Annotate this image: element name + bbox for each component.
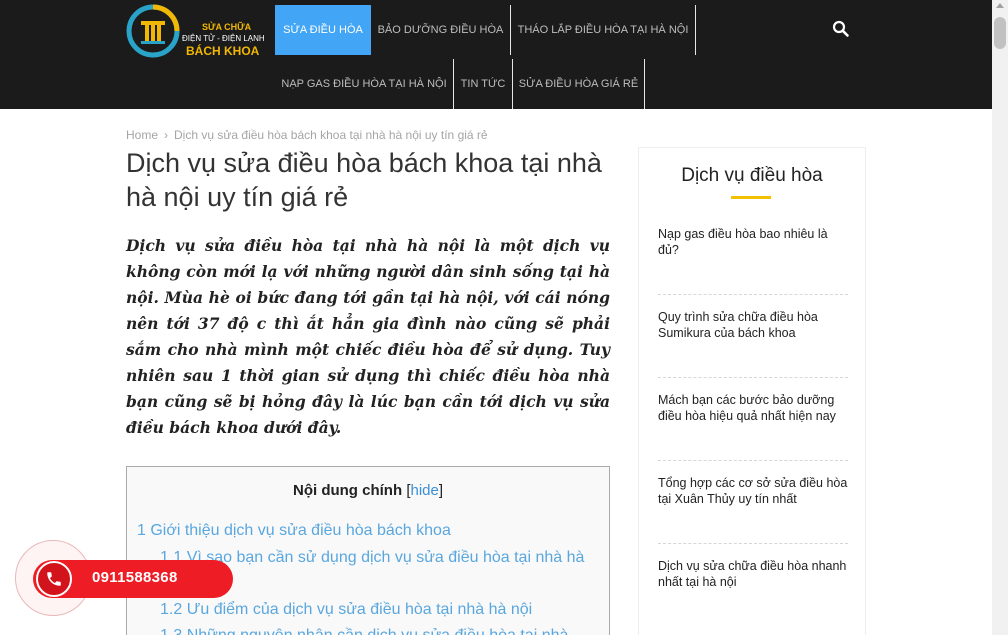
nav-tin-tuc[interactable]: TIN TỨC	[454, 59, 513, 109]
toc-item-1-3[interactable]: 1.3 Những nguyên nhân cần dịch vụ sửa đi…	[160, 623, 600, 635]
vertical-scrollbar[interactable]	[992, 0, 1008, 635]
sidebar-post-link[interactable]: Nạp gas điều hòa bao nhiêu là đủ?	[658, 226, 848, 258]
toc-item-1-2[interactable]: 1.2 Ưu điểm của dịch vụ sửa điều hòa tại…	[160, 597, 600, 623]
logo-mark-icon	[126, 4, 180, 58]
toc-item-1[interactable]: 1 Giới thiệu dịch vụ sửa điều hòa bách k…	[137, 522, 451, 540]
nav-bao-duong-dieu-hoa[interactable]: BẢO DƯỠNG ĐIỀU HÒA	[371, 5, 511, 55]
nav-sua-dieu-hoa-gia-re[interactable]: SỬA ĐIỀU HÒA GIÁ RẺ	[513, 59, 645, 109]
nav-sua-dieu-hoa[interactable]: SỬA ĐIỀU HÒA	[275, 5, 371, 55]
site-logo[interactable]: SỬA CHỮA ĐIỆN TỬ - ĐIỆN LẠNH BÁCH KHOA	[126, 4, 266, 60]
breadcrumb-current: Dịch vụ sửa điều hòa bách khoa tại nhà h…	[174, 128, 488, 142]
breadcrumb: Home › Dịch vụ sửa điều hòa bách khoa tại …	[126, 128, 488, 142]
breadcrumb-home[interactable]: Home	[126, 128, 158, 142]
phone-icon[interactable]	[36, 561, 72, 597]
toc-hide-link[interactable]: hide	[410, 482, 438, 499]
toc-header: Nội dung chính [hide]	[127, 482, 609, 499]
sidebar-post-link[interactable]: Tổng hợp các cơ sở sửa điều hòa tại Xuân…	[658, 475, 848, 507]
search-icon[interactable]	[832, 20, 850, 38]
scroll-up-arrow-icon[interactable]	[996, 3, 1004, 8]
site-header: SỬA CHỮA ĐIỆN TỬ - ĐIỆN LẠNH BÁCH KHOA S…	[0, 0, 992, 109]
table-of-contents: Nội dung chính [hide] 1 Giới thiệu dịch …	[126, 466, 610, 635]
toc-bracket-close: ]	[438, 482, 444, 499]
sidebar-title: Dịch vụ điều hòa	[681, 165, 823, 186]
page-title: Dịch vụ sửa điều hòa bách khoa tại nhà h…	[126, 148, 602, 212]
sidebar-title-underline	[731, 196, 771, 199]
article-intro: Dịch vụ sửa điều hòa tại nhà hà nội là m…	[126, 236, 610, 437]
sidebar-divider	[658, 294, 848, 295]
sidebar-post-link[interactable]: Mách bạn các bước bảo dưỡng điều hòa hiệ…	[658, 392, 848, 424]
sidebar-post-link[interactable]: Dịch vụ sửa chữa điều hòa nhanh nhất tại…	[658, 558, 848, 590]
sidebar-divider	[658, 377, 848, 378]
logo-line-3: BÁCH KHOA	[186, 44, 260, 58]
logo-line-2: ĐIỆN TỬ - ĐIỆN LẠNH	[182, 34, 265, 43]
call-phone-number[interactable]: 0911588368	[92, 569, 178, 586]
logo-line-1: SỬA CHỮA	[202, 22, 252, 32]
page: SỬA CHỮA ĐIỆN TỬ - ĐIỆN LẠNH BÁCH KHOA S…	[0, 0, 1008, 635]
sidebar-divider	[658, 460, 848, 461]
scrollbar-thumb[interactable]	[994, 17, 1006, 49]
nav-thao-lap-dieu-hoa[interactable]: THÁO LẮP ĐIỀU HÒA TẠI HÀ NỘI	[511, 5, 696, 55]
sidebar-post-link[interactable]: Quy trình sửa chữa điều hòa Sumikura của…	[658, 309, 848, 341]
sidebar-divider	[658, 543, 848, 544]
toc-title: Nội dung chính	[292, 482, 403, 499]
sidebar-widget: Dịch vụ điều hòa Nạp gas điều hòa bao nh…	[638, 147, 866, 635]
nav-nap-gas-dieu-hoa[interactable]: NẠP GAS ĐIỀU HÒA TẠI HÀ NỘI	[275, 59, 454, 109]
breadcrumb-separator: ›	[164, 128, 169, 142]
phone-glyph-icon	[47, 572, 61, 586]
